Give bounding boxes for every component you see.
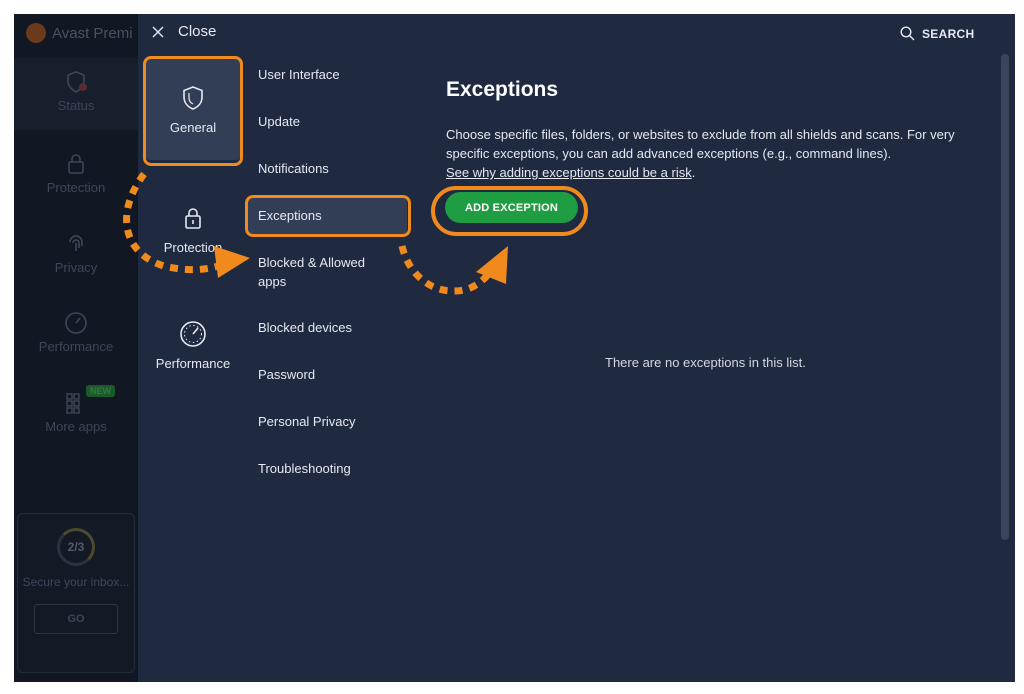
submenu-notifications[interactable]: Notifications [247,159,407,178]
new-badge: NEW [86,385,115,397]
app-title: Avast Premi [52,24,133,42]
submenu-blocked-devices[interactable]: Blocked devices [247,318,407,337]
speedometer-icon [65,312,87,334]
fingerprint-icon [69,235,83,251]
rail-item-protection[interactable]: Protection [14,152,138,195]
promo-card: 2/3 Secure your inbox... GO [17,513,135,673]
search-icon [900,26,915,41]
avast-logo-icon [26,23,46,43]
rail-item-label: More apps [45,419,107,434]
search-button[interactable]: SEARCH [900,26,974,41]
shield-icon [183,86,203,110]
rail-item-more-apps[interactable]: More apps [14,391,138,434]
page-description: Choose specific files, folders, or websi… [446,127,955,180]
add-exception-button[interactable]: ADD EXCEPTION [445,192,578,223]
arrow-head-icon [476,246,508,284]
rail-item-status[interactable]: Status [14,58,138,130]
settings-window: Avast Premi Status Protection Privacy Pe… [14,14,1015,682]
rail-item-label: Performance [38,339,114,354]
rail-item-performance[interactable]: Performance [14,311,138,354]
scrollbar[interactable] [1001,54,1009,540]
rail-item-label: Status [57,98,95,113]
category-protection[interactable]: Protection [145,178,241,280]
page-title: Exceptions [446,78,559,101]
speedometer-icon [180,321,206,347]
submenu-exceptions[interactable]: Exceptions [247,197,407,235]
apps-grid-icon [66,393,80,414]
category-performance[interactable]: Performance [145,294,241,396]
arrow-exceptions-to-add [398,245,493,295]
category-label: Protection [163,240,223,255]
rail-item-privacy[interactable]: Privacy [14,232,138,275]
submenu-user-interface[interactable]: User Interface [247,65,407,84]
submenu-troubleshooting[interactable]: Troubleshooting [247,459,407,478]
lock-icon [68,154,84,174]
category-general[interactable]: General [145,58,241,160]
rail-item-label: Protection [46,180,106,195]
app-sidebar: Avast Premi Status Protection Privacy Pe… [14,14,138,682]
promo-text: Secure your inbox... [22,575,130,589]
description-text: Choose specific files, folders, or websi… [446,127,955,161]
submenu-update[interactable]: Update [247,112,407,131]
submenu-personal-privacy[interactable]: Personal Privacy [247,412,407,431]
go-button[interactable]: GO [34,604,118,634]
close-icon [152,26,164,37]
app-brand: Avast Premi [26,23,133,43]
submenu-blocked-allowed-apps[interactable]: Blocked & Allowed apps [247,253,397,291]
shield-alert-icon [67,71,87,93]
close-label: Close [178,23,217,40]
category-label: General [169,120,217,135]
category-label: Performance [155,356,231,371]
close-button[interactable]: Close [152,23,216,40]
submenu-password[interactable]: Password [247,365,407,384]
lock-icon [185,208,201,229]
rail-item-label: Privacy [54,260,98,275]
risk-link[interactable]: See why adding exceptions could be a ris… [446,165,692,180]
progress-ring: 2/3 [57,528,95,566]
search-label: SEARCH [922,26,975,41]
empty-list-message: There are no exceptions in this list. [605,355,806,370]
